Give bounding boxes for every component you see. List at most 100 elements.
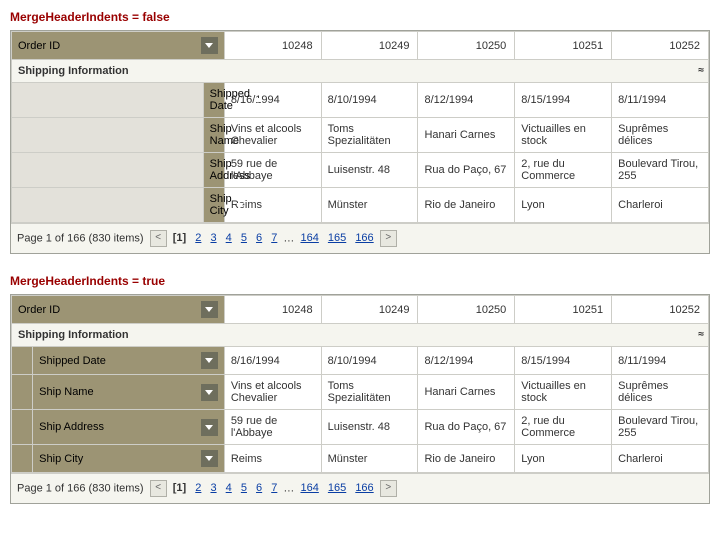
col-order-id-label: Order ID (18, 304, 60, 316)
pager-next-button[interactable]: > (380, 230, 397, 247)
table-row: Ship Address 59 rue de l'Abbaye Luisenst… (12, 410, 709, 445)
table-row: Shipped Date 8/16/1994 8/10/1994 8/12/19… (12, 347, 709, 375)
indent-cell (12, 375, 33, 410)
example-title-true: MergeHeaderIndents = true (10, 274, 710, 288)
data-cell: Boulevard Tirou, 255 (612, 410, 709, 445)
pager-link-6[interactable]: 6 (256, 482, 262, 494)
table-row: Ship Name Vins et alcools Chevalier Toms… (12, 375, 709, 410)
pager-link-164[interactable]: 164 (300, 232, 318, 244)
data-cell: 2, rue du Commerce (515, 410, 612, 445)
data-cell: 8/10/1994 (321, 347, 418, 375)
data-cell: Hanari Carnes (418, 375, 515, 410)
pager-link-6[interactable]: 6 (256, 232, 262, 244)
pager-link-7[interactable]: 7 (271, 232, 277, 244)
data-cell: Toms Spezialitäten (321, 118, 418, 153)
field-ship-address[interactable]: Ship Address (203, 153, 224, 188)
order-cell: 10250 (418, 296, 515, 324)
data-cell: Victuailles en stock (515, 375, 612, 410)
group-header-label: Shipping Information (18, 65, 129, 77)
order-cell: 10248 (224, 296, 321, 324)
field-label: Shipped Date (39, 355, 106, 367)
field-shipped-date[interactable]: Shipped Date (33, 347, 225, 375)
pager-link-2[interactable]: 2 (195, 482, 201, 494)
pager-prev-button[interactable]: < (150, 480, 167, 497)
chevron-down-icon[interactable] (201, 352, 218, 369)
data-cell: 8/12/1994 (418, 83, 515, 118)
grid-true: Order ID 10248 10249 10250 10251 10252 S… (10, 294, 710, 504)
chevron-down-icon[interactable] (201, 450, 218, 467)
group-header-shipping[interactable]: Shipping Information ≈ (12, 60, 709, 83)
indent-cell (12, 445, 33, 473)
pager-current: [1] (173, 482, 186, 494)
pager-link-4[interactable]: 4 (226, 232, 232, 244)
pager-link-7[interactable]: 7 (271, 482, 277, 494)
data-cell: Luisenstr. 48 (321, 153, 418, 188)
data-cell: Charleroi (612, 445, 709, 473)
field-shipped-date[interactable]: Shipped Date (203, 83, 224, 118)
data-cell: Lyon (515, 445, 612, 473)
data-cell: Luisenstr. 48 (321, 410, 418, 445)
order-cell: 10251 (515, 32, 612, 60)
chevron-down-icon[interactable] (201, 419, 218, 436)
indent-cell (12, 153, 204, 188)
data-cell: 8/12/1994 (418, 347, 515, 375)
col-order-id[interactable]: Order ID (12, 32, 225, 60)
pager-link-166[interactable]: 166 (355, 232, 373, 244)
chevron-down-icon[interactable] (201, 37, 218, 54)
data-cell: Suprêmes délices (612, 375, 709, 410)
data-cell: Victuailles en stock (515, 118, 612, 153)
pager-next-button[interactable]: > (380, 480, 397, 497)
pager-ellipsis: … (283, 232, 294, 244)
field-ship-city[interactable]: Ship City (33, 445, 225, 473)
indent-cell (12, 83, 204, 118)
order-cell: 10250 (418, 32, 515, 60)
pager-link-3[interactable]: 3 (210, 232, 216, 244)
field-ship-address[interactable]: Ship Address (33, 410, 225, 445)
indent-cell (12, 118, 204, 153)
pager-ellipsis: … (283, 482, 294, 494)
pager-prev-button[interactable]: < (150, 230, 167, 247)
data-cell: 8/10/1994 (321, 83, 418, 118)
field-label: Ship City (39, 453, 83, 465)
pager-current: [1] (173, 232, 186, 244)
pager-link-3[interactable]: 3 (210, 482, 216, 494)
pager-link-5[interactable]: 5 (241, 232, 247, 244)
order-cell: 10251 (515, 296, 612, 324)
col-order-id[interactable]: Order ID (12, 296, 225, 324)
pager-link-166[interactable]: 166 (355, 482, 373, 494)
pager-link-2[interactable]: 2 (195, 232, 201, 244)
field-ship-city[interactable]: Ship City (203, 188, 224, 223)
example-title-false: MergeHeaderIndents = false (10, 10, 710, 24)
order-cell: 10249 (321, 296, 418, 324)
data-cell: 2, rue du Commerce (515, 153, 612, 188)
data-cell: Vins et alcools Chevalier (224, 375, 321, 410)
header-row: Order ID 10248 10249 10250 10251 10252 (12, 296, 709, 324)
pager-link-164[interactable]: 164 (300, 482, 318, 494)
data-cell: Reims (224, 445, 321, 473)
order-cell: 10252 (612, 32, 709, 60)
pager: Page 1 of 166 (830 items) < [1] 2 3 4 5 … (11, 473, 709, 503)
chevron-down-icon[interactable] (201, 301, 218, 318)
field-ship-name[interactable]: Ship Name (33, 375, 225, 410)
pager-link-5[interactable]: 5 (241, 482, 247, 494)
table-row: Ship City Reims Münster Rio de Janeiro L… (12, 445, 709, 473)
pager-link-165[interactable]: 165 (328, 482, 346, 494)
order-cell: 10249 (321, 32, 418, 60)
order-cell: 10248 (224, 32, 321, 60)
data-cell: 8/15/1994 (515, 83, 612, 118)
indent-cell (12, 347, 33, 375)
pager-link-165[interactable]: 165 (328, 232, 346, 244)
table-row: Ship City Reims Münster Rio de Janeiro L… (12, 188, 709, 223)
data-cell: Rio de Janeiro (418, 445, 515, 473)
data-cell: Vins et alcools Chevalier (224, 118, 321, 153)
group-header-shipping[interactable]: Shipping Information ≈ (12, 324, 709, 347)
table-row: Ship Name Vins et alcools Chevalier Toms… (12, 118, 709, 153)
data-cell: 59 rue de l'Abbaye (224, 410, 321, 445)
chevron-down-icon[interactable] (201, 384, 218, 401)
collapse-icon[interactable]: ≈ (698, 329, 702, 340)
field-ship-name[interactable]: Ship Name (203, 118, 224, 153)
field-label: Ship City (210, 193, 232, 217)
collapse-icon[interactable]: ≈ (698, 65, 702, 76)
data-cell: 8/11/1994 (612, 347, 709, 375)
pager-link-4[interactable]: 4 (226, 482, 232, 494)
